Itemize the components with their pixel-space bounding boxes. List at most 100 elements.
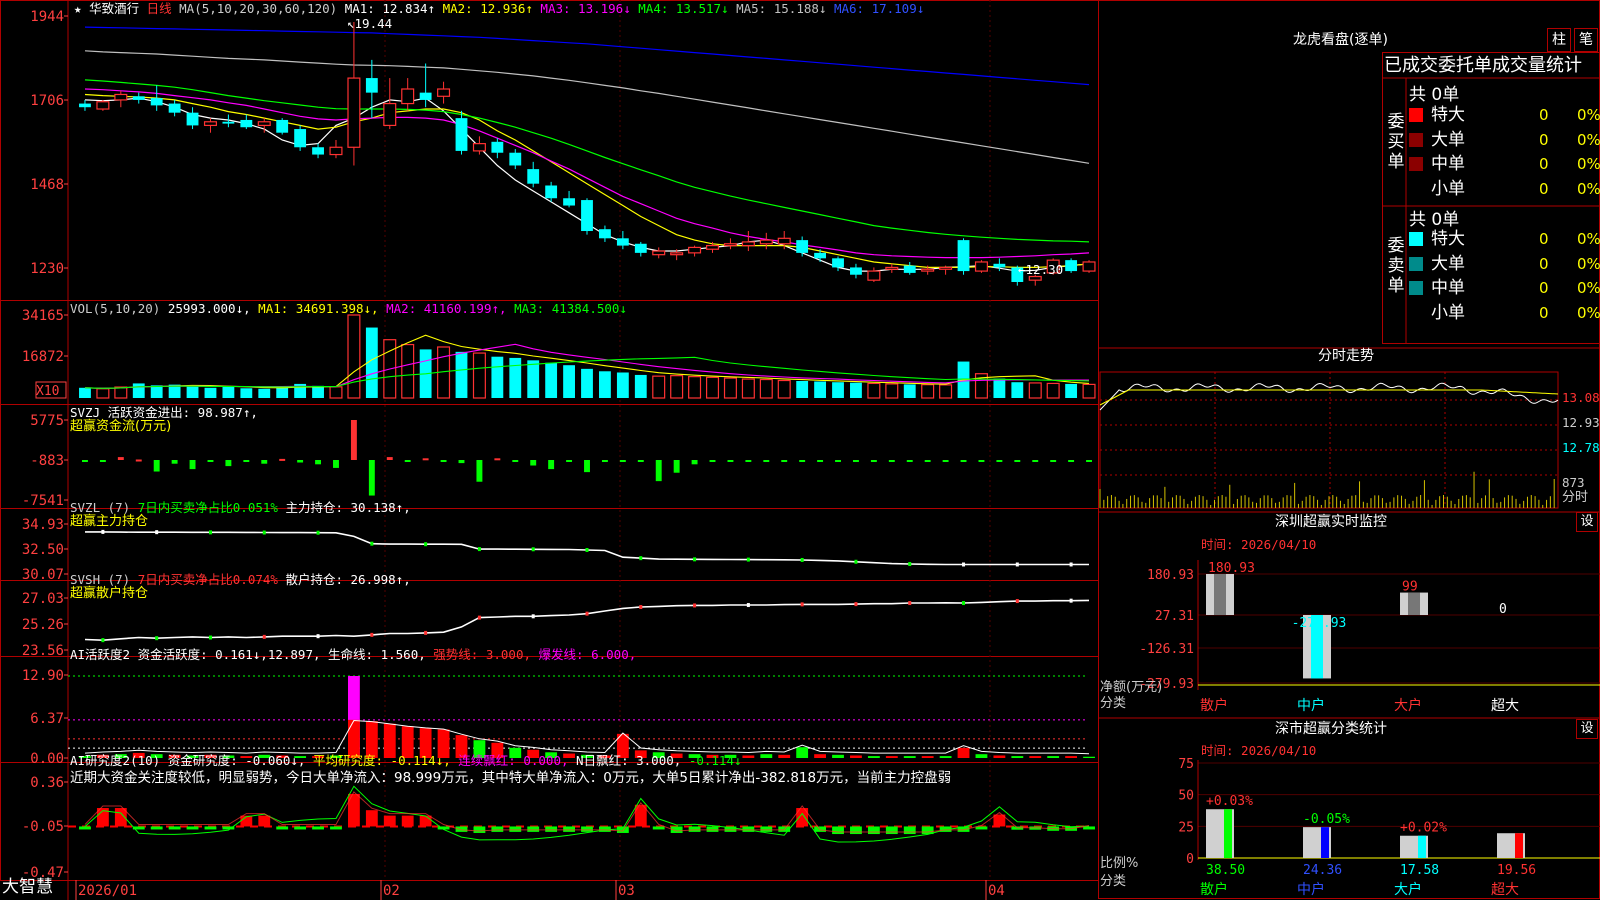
price-ytick: 1706 [30, 93, 64, 109]
dragon-tiger-header: 已成交委托单成交量统计 [1384, 55, 1582, 76]
favorite-star-icon[interactable]: ★ [74, 1, 82, 16]
retail-hold-line-tick [639, 605, 643, 610]
candle-body-up [867, 270, 881, 281]
svzl-ytick: 34.93 [22, 517, 64, 533]
retail-hold-line-tick [101, 638, 105, 643]
activity-bar [957, 747, 970, 758]
period-label[interactable]: 日线 [147, 1, 172, 16]
candle-body-down [581, 200, 593, 232]
fund-flow-bar [924, 460, 931, 462]
retail-hold-line-tick [262, 634, 266, 639]
price-ytick: 1944 [30, 9, 64, 25]
order-row: 大单 0 0% [1409, 254, 1600, 274]
svzj-ytick: 5775 [30, 413, 64, 429]
research-bar [276, 826, 289, 830]
candle-body-up [974, 261, 988, 272]
volume-bar-down [616, 372, 629, 398]
main-hold-line-tick [155, 530, 159, 535]
candle-body-down [957, 240, 970, 272]
price-ytick: 1230 [30, 261, 64, 277]
class-category: 超大 [1491, 882, 1519, 898]
volume-bar-down [581, 368, 593, 398]
fund-flow-bar [888, 460, 895, 462]
app-logo: 大智慧 [2, 877, 53, 897]
monitor-value-label: 0 [1499, 602, 1507, 617]
order-type-label: 特大 [1431, 229, 1465, 249]
activity-bar [850, 755, 862, 758]
panel-frame [0, 656, 1099, 763]
activity-bar [1011, 756, 1024, 758]
svzl-ytick: 30.07 [22, 567, 64, 583]
fund-flow-bar [297, 460, 304, 463]
main-hold-line-tick [370, 541, 374, 546]
ma2-value: MA2: 12.936↑ [442, 1, 533, 16]
fund-flow-bar [422, 458, 429, 461]
candle-body-down [222, 121, 235, 124]
volume-bar-up [329, 386, 343, 399]
monitor-value-label: 99 [1402, 580, 1418, 595]
candle-body-up [1082, 261, 1096, 272]
research-bar [473, 826, 486, 833]
ma-line-MA5 [84, 50, 1090, 164]
volume-bar-down [258, 388, 271, 398]
sz-class-ylabel: 比例% [1100, 856, 1139, 871]
fund-flow-bar [852, 460, 859, 462]
column-mode-button[interactable]: 柱 [1547, 28, 1571, 52]
fund-flow-bar [1068, 460, 1075, 462]
candle-body-up [1028, 275, 1042, 281]
candle-body-up [329, 146, 343, 156]
candle-body-up [472, 143, 486, 152]
class-change-label: +0.02% [1400, 821, 1447, 836]
research-bar [1083, 826, 1095, 830]
main-hold-line-tick [531, 547, 535, 552]
candle-body-up [885, 266, 899, 270]
candle-body-up [688, 246, 702, 254]
panel-frame [0, 580, 1099, 657]
order-type-label: 大单 [1431, 129, 1465, 150]
activity-bar [778, 754, 791, 758]
volume-bar-down [79, 387, 91, 398]
research-bar [365, 810, 378, 827]
retail-hold-line-tick [962, 601, 966, 606]
intraday-title: 分时走势 [1318, 348, 1374, 364]
ma3-value: MA3: 13.196↓ [540, 1, 631, 16]
class-bar-stripe [1515, 833, 1523, 858]
retail-hold-line [84, 599, 1090, 642]
volume-bar-up [1028, 382, 1042, 399]
retail-hold-line-tick [477, 615, 481, 620]
fund-flow-bar [350, 420, 357, 460]
sz-monitor-settings-button[interactable]: 设 [1576, 512, 1598, 532]
candle-body-up [96, 101, 110, 110]
monitor-category: 超大 [1491, 698, 1519, 714]
volume-bar-down [455, 351, 468, 398]
volume-bar-down [527, 360, 540, 398]
main-hold-line-tick [1069, 562, 1073, 567]
fund-flow-bar [476, 460, 483, 482]
ma4-value: MA4: 13.517↓ [638, 1, 729, 16]
volume-bar-down [993, 378, 1006, 398]
vol-header: VOL(5,10,20) 25993.000↓, MA1: 34691.398↓… [70, 301, 627, 316]
retail-hold-line-tick [316, 634, 320, 639]
order-type-label: 中单 [1431, 154, 1465, 174]
fund-flow-bar [1050, 460, 1057, 462]
activity-bar [814, 754, 827, 758]
activity-bar [1029, 756, 1042, 758]
fund-flow-bar [530, 460, 537, 466]
intraday-vol-unit: 分时 [1562, 490, 1589, 505]
pen-mode-button[interactable]: 笔 [1574, 28, 1598, 52]
activity-bar [1047, 756, 1060, 758]
panel-frame [0, 0, 1099, 301]
candle-body-down [150, 98, 163, 106]
candle-body-down [186, 112, 199, 126]
monitor-bar-stripe [1408, 592, 1420, 615]
ai-header: AI活跃度2 资金活跃度: 0.161↓,12.897, 生命线: 1.560,… [70, 647, 637, 662]
candle-body-down [312, 147, 324, 155]
candle-body-down [79, 103, 91, 108]
stock-name[interactable]: 华致酒行 [89, 1, 139, 16]
svsh-sub: 超赢散户持仓 [70, 586, 149, 601]
fund-flow-bar [745, 460, 752, 462]
sz-class-settings-button[interactable]: 设 [1576, 719, 1598, 739]
legend-swatch [1409, 132, 1423, 147]
fund-flow-bar [637, 460, 644, 462]
monitor-bar-stripe [1214, 574, 1226, 615]
